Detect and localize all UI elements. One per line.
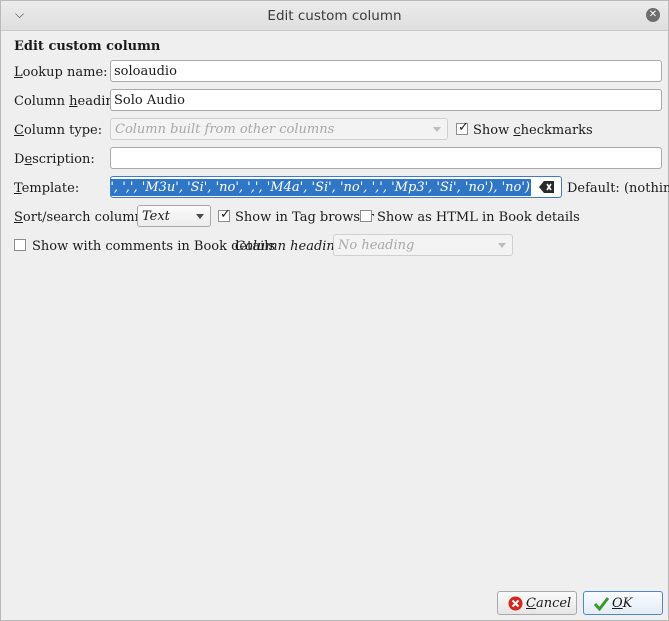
- col-heading-value: No heading: [338, 238, 415, 253]
- show-html-label: Show as HTML in Book details: [377, 210, 580, 225]
- template-text-wrap: ',', 'Ogg', 'Si', 'no', ',', 'M3u', 'Si'…: [111, 179, 531, 196]
- checkmark-icon: [594, 597, 609, 611]
- column-type-label: Column type:: [14, 123, 103, 138]
- clear-text-icon[interactable]: [539, 180, 555, 194]
- show-tag-browser-checkbox[interactable]: ✓: [218, 207, 231, 222]
- show-checkmarks-checkbox[interactable]: ✓: [456, 120, 469, 135]
- window-title: Edit custom column: [267, 8, 402, 24]
- sort-search-value: Text: [142, 209, 170, 224]
- description-label: Description:: [14, 152, 95, 167]
- show-comments-checkbox[interactable]: [14, 239, 26, 251]
- template-label: Template:: [14, 181, 80, 196]
- template-selected-text: ',', 'Ogg', 'Si', 'no', ',', 'M3u', 'Si'…: [111, 179, 531, 196]
- show-checkmarks-label: Show checkmarks: [473, 123, 593, 138]
- column-heading-input[interactable]: Solo Audio: [110, 89, 662, 111]
- chevron-down-icon: [498, 243, 506, 248]
- chevron-down-icon: [433, 127, 441, 132]
- col-heading-select[interactable]: No heading: [333, 234, 513, 256]
- column-type-select[interactable]: Column built from other columns: [110, 118, 448, 140]
- close-icon[interactable]: ✕: [646, 8, 660, 22]
- show-html-checkbox[interactable]: [360, 210, 372, 222]
- chevron-down-icon: [196, 214, 204, 219]
- lookup-name-label: Lookup name:: [14, 65, 108, 80]
- col-heading-label: Column heading:: [235, 239, 348, 254]
- cancel-label: Cancel: [526, 596, 572, 611]
- template-input[interactable]: ',', 'Ogg', 'Si', 'no', ',', 'M3u', 'Si'…: [110, 176, 562, 198]
- title-bar: ⌵ Edit custom column ✕: [1, 1, 668, 31]
- cancel-icon: [508, 596, 523, 611]
- lookup-name-input[interactable]: soloaudio: [110, 60, 662, 82]
- ok-button[interactable]: OK: [583, 591, 663, 615]
- form-heading: Edit custom column: [14, 39, 161, 54]
- cancel-button[interactable]: Cancel: [497, 591, 577, 615]
- ok-label: OK: [612, 596, 633, 611]
- column-type-value: Column built from other columns: [115, 122, 335, 137]
- checkmark-icon: ✓: [220, 207, 231, 222]
- template-default-label: Default: (nothing): [567, 181, 669, 196]
- description-input[interactable]: [110, 147, 662, 169]
- sort-search-select[interactable]: Text: [137, 205, 211, 227]
- show-tag-browser-label: Show in Tag browser: [235, 210, 374, 225]
- edit-custom-column-dialog: ⌵ Edit custom column ✕ Edit custom colum…: [0, 0, 669, 621]
- checkmark-icon: ✓: [458, 120, 469, 135]
